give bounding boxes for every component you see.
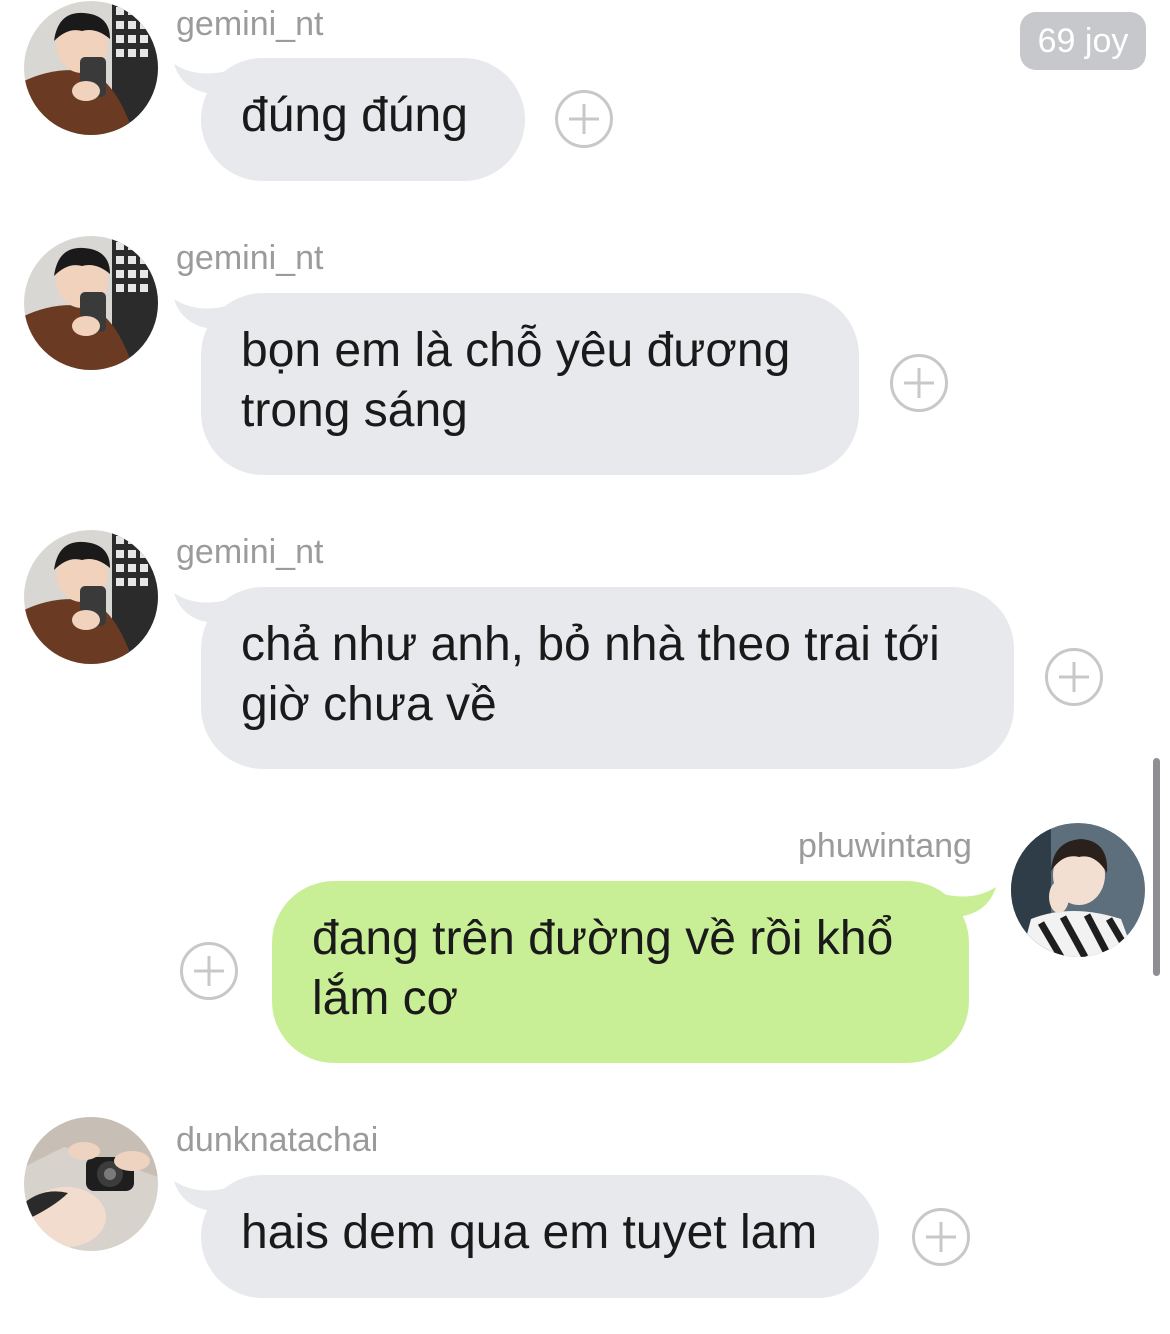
message-bubble[interactable]: bọn em là chỗ yêu đương trong sáng [201, 293, 859, 475]
avatar-gemini-nt[interactable] [24, 236, 158, 370]
user-avatar-icon [24, 236, 158, 370]
message-text: đang trên đường về rồi khổ lắm cơ [312, 912, 894, 1025]
add-reaction-button[interactable] [1045, 648, 1103, 706]
add-reaction-button[interactable] [180, 942, 238, 1000]
username-label: dunknatachai [176, 1121, 379, 1159]
message-bubble[interactable]: hais dem qua em tuyet lam [201, 1175, 879, 1298]
username-label: gemini_nt [176, 533, 324, 571]
avatar-dunknatachai[interactable] [24, 1117, 158, 1251]
username-label: gemini_nt [176, 5, 324, 43]
message-text: chả như anh, bỏ nhà theo trai tới giờ ch… [241, 618, 940, 731]
username-label: gemini_nt [176, 239, 324, 277]
message-text: bọn em là chỗ yêu đương trong sáng [241, 324, 791, 437]
reaction-count-badge[interactable]: 69 joy [1020, 12, 1146, 70]
user-avatar-icon [24, 530, 158, 664]
message-bubble[interactable]: đang trên đường về rồi khổ lắm cơ [272, 881, 969, 1063]
user-avatar-icon [24, 1117, 158, 1251]
message-bubble[interactable]: chả như anh, bỏ nhà theo trai tới giờ ch… [201, 587, 1014, 769]
message-text: đúng đúng [241, 89, 468, 142]
message-bubble[interactable]: đúng đúng [201, 58, 525, 181]
add-reaction-button[interactable] [912, 1208, 970, 1266]
add-reaction-button[interactable] [555, 90, 613, 148]
avatar-gemini-nt[interactable] [24, 1, 158, 135]
username-label: phuwintang [798, 827, 972, 865]
avatar-gemini-nt[interactable] [24, 530, 158, 664]
user-avatar-icon [24, 1, 158, 135]
avatar-phuwintang[interactable] [1011, 823, 1145, 957]
user-avatar-icon [1011, 823, 1145, 957]
scrollbar[interactable] [1153, 758, 1160, 976]
add-reaction-button[interactable] [890, 354, 948, 412]
message-text: hais dem qua em tuyet lam [241, 1206, 818, 1259]
